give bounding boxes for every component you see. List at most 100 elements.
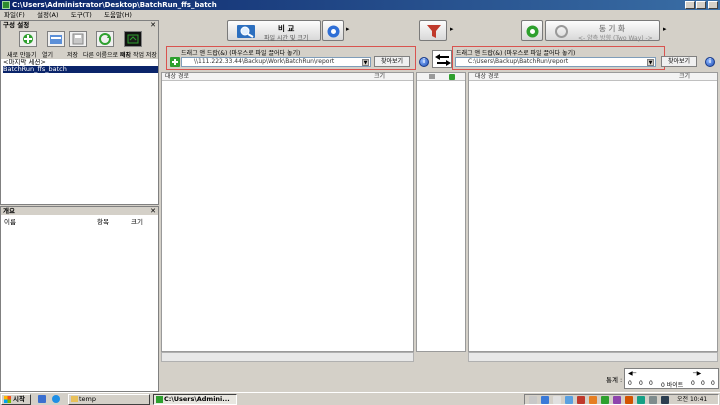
right-info-icon[interactable]: i <box>705 57 715 67</box>
magnifier-icon <box>237 25 255 38</box>
count-left-new: 0 <box>628 380 632 387</box>
left-arrow-icon: ◀─ <box>628 370 637 377</box>
tray-icon-11[interactable] <box>649 396 657 404</box>
right-arrow-icon: ─▶ <box>693 370 702 377</box>
sync-subtitle: <- 양측 방향 (Two Way) -> <box>578 35 653 42</box>
right-combo-arrow-icon[interactable]: ▼ <box>647 59 654 66</box>
middle-action-grid[interactable] <box>416 72 466 352</box>
tray-icon-12[interactable] <box>661 396 669 404</box>
task-freefilesync[interactable]: C:\Users\Admini... <box>153 394 237 405</box>
config-panel: 구성 설정 ✕ 새로 만들기 열기 저장 다른 이름으로 저장 배치 작업 저장… <box>0 20 159 205</box>
right-hscroll[interactable] <box>468 352 718 362</box>
status-label: 통계 : <box>606 376 623 384</box>
left-combo-arrow-icon[interactable]: ▼ <box>362 59 369 66</box>
quicklaunch-ie-icon[interactable] <box>52 395 60 403</box>
open-config-button[interactable] <box>47 31 65 47</box>
overview-close-icon[interactable]: ✕ <box>150 207 156 215</box>
sync-button[interactable]: 동 기 화 <- 양측 방향 (Two Way) -> <box>545 20 660 42</box>
left-info-icon[interactable]: i <box>419 57 429 67</box>
swap-arrows-icon <box>435 54 451 66</box>
tray-icon-5[interactable] <box>577 396 585 404</box>
clock[interactable]: 오전 10:41 <box>677 395 707 404</box>
swap-sides-button[interactable] <box>432 50 452 68</box>
count-right-new: 0 <box>691 380 695 387</box>
category-icon[interactable] <box>429 74 435 79</box>
filter-arrow-icon[interactable]: ▸ <box>450 25 454 33</box>
minimize-button[interactable] <box>685 1 695 9</box>
tray-icon-1[interactable] <box>529 396 537 404</box>
tray-icon-10[interactable] <box>637 396 645 404</box>
compare-button[interactable]: 비 교 파일 시간 및 크기 <box>227 20 321 42</box>
compare-arrow-icon[interactable]: ▸ <box>346 25 350 33</box>
save-config-button[interactable] <box>69 31 87 47</box>
left-col-size[interactable]: 크기 <box>374 73 385 81</box>
list-item-batchrun[interactable]: BatchRun_ffs_batch <box>3 66 158 73</box>
tray-icon-8[interactable] <box>613 396 621 404</box>
col-size[interactable]: 크기 <box>131 216 143 226</box>
left-path-combo[interactable]: \\111.222.33.44\Backup\Work\BatchRun\rep… <box>181 57 371 67</box>
compare-settings-button[interactable] <box>322 20 344 41</box>
status-counters: ◀─ 0 0 0 0 바이트 ─▶ 0 0 0 <box>624 368 719 389</box>
window-title: C:\Users\Administrator\Desktop\BatchRun_… <box>12 1 217 9</box>
left-col-path[interactable]: 대상 경로 <box>165 73 189 81</box>
count-left-update: 0 <box>639 380 643 387</box>
save-batch-button[interactable] <box>124 31 142 47</box>
menu-bar: 파일(F) 설정(A) 도구(T) 도움말(H) <box>0 10 720 20</box>
left-grid-header: 대상 경로 크기 <box>162 73 413 81</box>
overview-panel: 개요 ✕ 이름 항목 크기 <box>0 206 159 392</box>
right-file-grid[interactable]: 대상 경로 크기 <box>468 72 718 352</box>
refresh-icon <box>99 33 111 45</box>
right-col-size[interactable]: 크기 <box>679 73 690 81</box>
tray-icon-4[interactable] <box>565 396 573 404</box>
right-col-path[interactable]: 대상 경로 <box>475 73 499 81</box>
open-folder-icon <box>50 35 62 44</box>
left-hscroll[interactable] <box>161 352 414 362</box>
menu-tools[interactable]: 도구(T) <box>71 11 92 19</box>
maximize-button[interactable] <box>696 1 706 9</box>
gear-icon <box>327 25 340 38</box>
quicklaunch-explorer-icon[interactable] <box>38 395 46 403</box>
menu-help[interactable]: 도움말(H) <box>104 11 132 19</box>
right-drop-label: 드래그 앤 드랍(&) (마우스로 파일 끌어다 놓기) <box>456 50 576 57</box>
count-left-delete: 0 <box>649 380 653 387</box>
tray-icon-3[interactable] <box>553 396 561 404</box>
close-window-button[interactable] <box>708 1 718 9</box>
config-list: <마지막 세션> BatchRun_ffs_batch <box>1 59 158 73</box>
col-name[interactable]: 이름 <box>4 216 16 226</box>
open-config-label: 열기 <box>42 52 54 59</box>
start-button[interactable]: 시작 <box>1 394 31 405</box>
sync-icon <box>555 25 568 38</box>
sync-gear-icon <box>526 25 539 38</box>
tray-icon-9[interactable] <box>625 396 633 404</box>
sync-direction-icon[interactable] <box>449 74 455 80</box>
save-batch-label: 배치 작업 저장 <box>120 52 157 59</box>
right-path-combo[interactable]: C:\Users\Backup\BatchRun\report ▼ <box>455 57 656 67</box>
col-items[interactable]: 항목 <box>97 216 109 226</box>
task-temp[interactable]: temp <box>68 394 150 405</box>
right-browse-button[interactable]: 찾아보기 <box>661 56 697 67</box>
count-right-delete: 0 <box>711 380 715 387</box>
tray-icon-6[interactable] <box>589 396 597 404</box>
overview-title: 개요 <box>3 207 15 215</box>
app-task-icon <box>156 396 163 403</box>
title-bar: C:\Users\Administrator\Desktop\BatchRun_… <box>0 0 720 10</box>
config-title: 구성 설정 <box>3 21 30 29</box>
left-browse-button[interactable]: 찾아보기 <box>374 56 410 67</box>
config-close-icon[interactable]: ✕ <box>150 21 156 29</box>
task-temp-label: temp <box>79 395 97 403</box>
add-folder-icon[interactable] <box>170 57 180 67</box>
start-label: 시작 <box>13 395 25 403</box>
left-drop-label: 드래그 앤 드랍(&) (마우스로 파일 끌어다 놓기) <box>181 50 301 57</box>
sync-settings-button[interactable] <box>521 20 543 41</box>
filter-button[interactable] <box>419 20 447 41</box>
count-right-update: 0 <box>701 380 705 387</box>
left-file-grid[interactable]: 대상 경로 크기 <box>161 72 414 352</box>
sync-arrow-icon[interactable]: ▸ <box>663 25 667 33</box>
tray-icon-2[interactable] <box>541 396 549 404</box>
tray-icon-7[interactable] <box>601 396 609 404</box>
menu-settings[interactable]: 설정(A) <box>37 11 58 19</box>
menu-file[interactable]: 파일(F) <box>4 11 25 19</box>
compare-subtitle: 파일 시간 및 크기 <box>264 35 309 42</box>
new-config-button[interactable] <box>19 31 37 47</box>
save-as-button[interactable] <box>96 31 114 47</box>
